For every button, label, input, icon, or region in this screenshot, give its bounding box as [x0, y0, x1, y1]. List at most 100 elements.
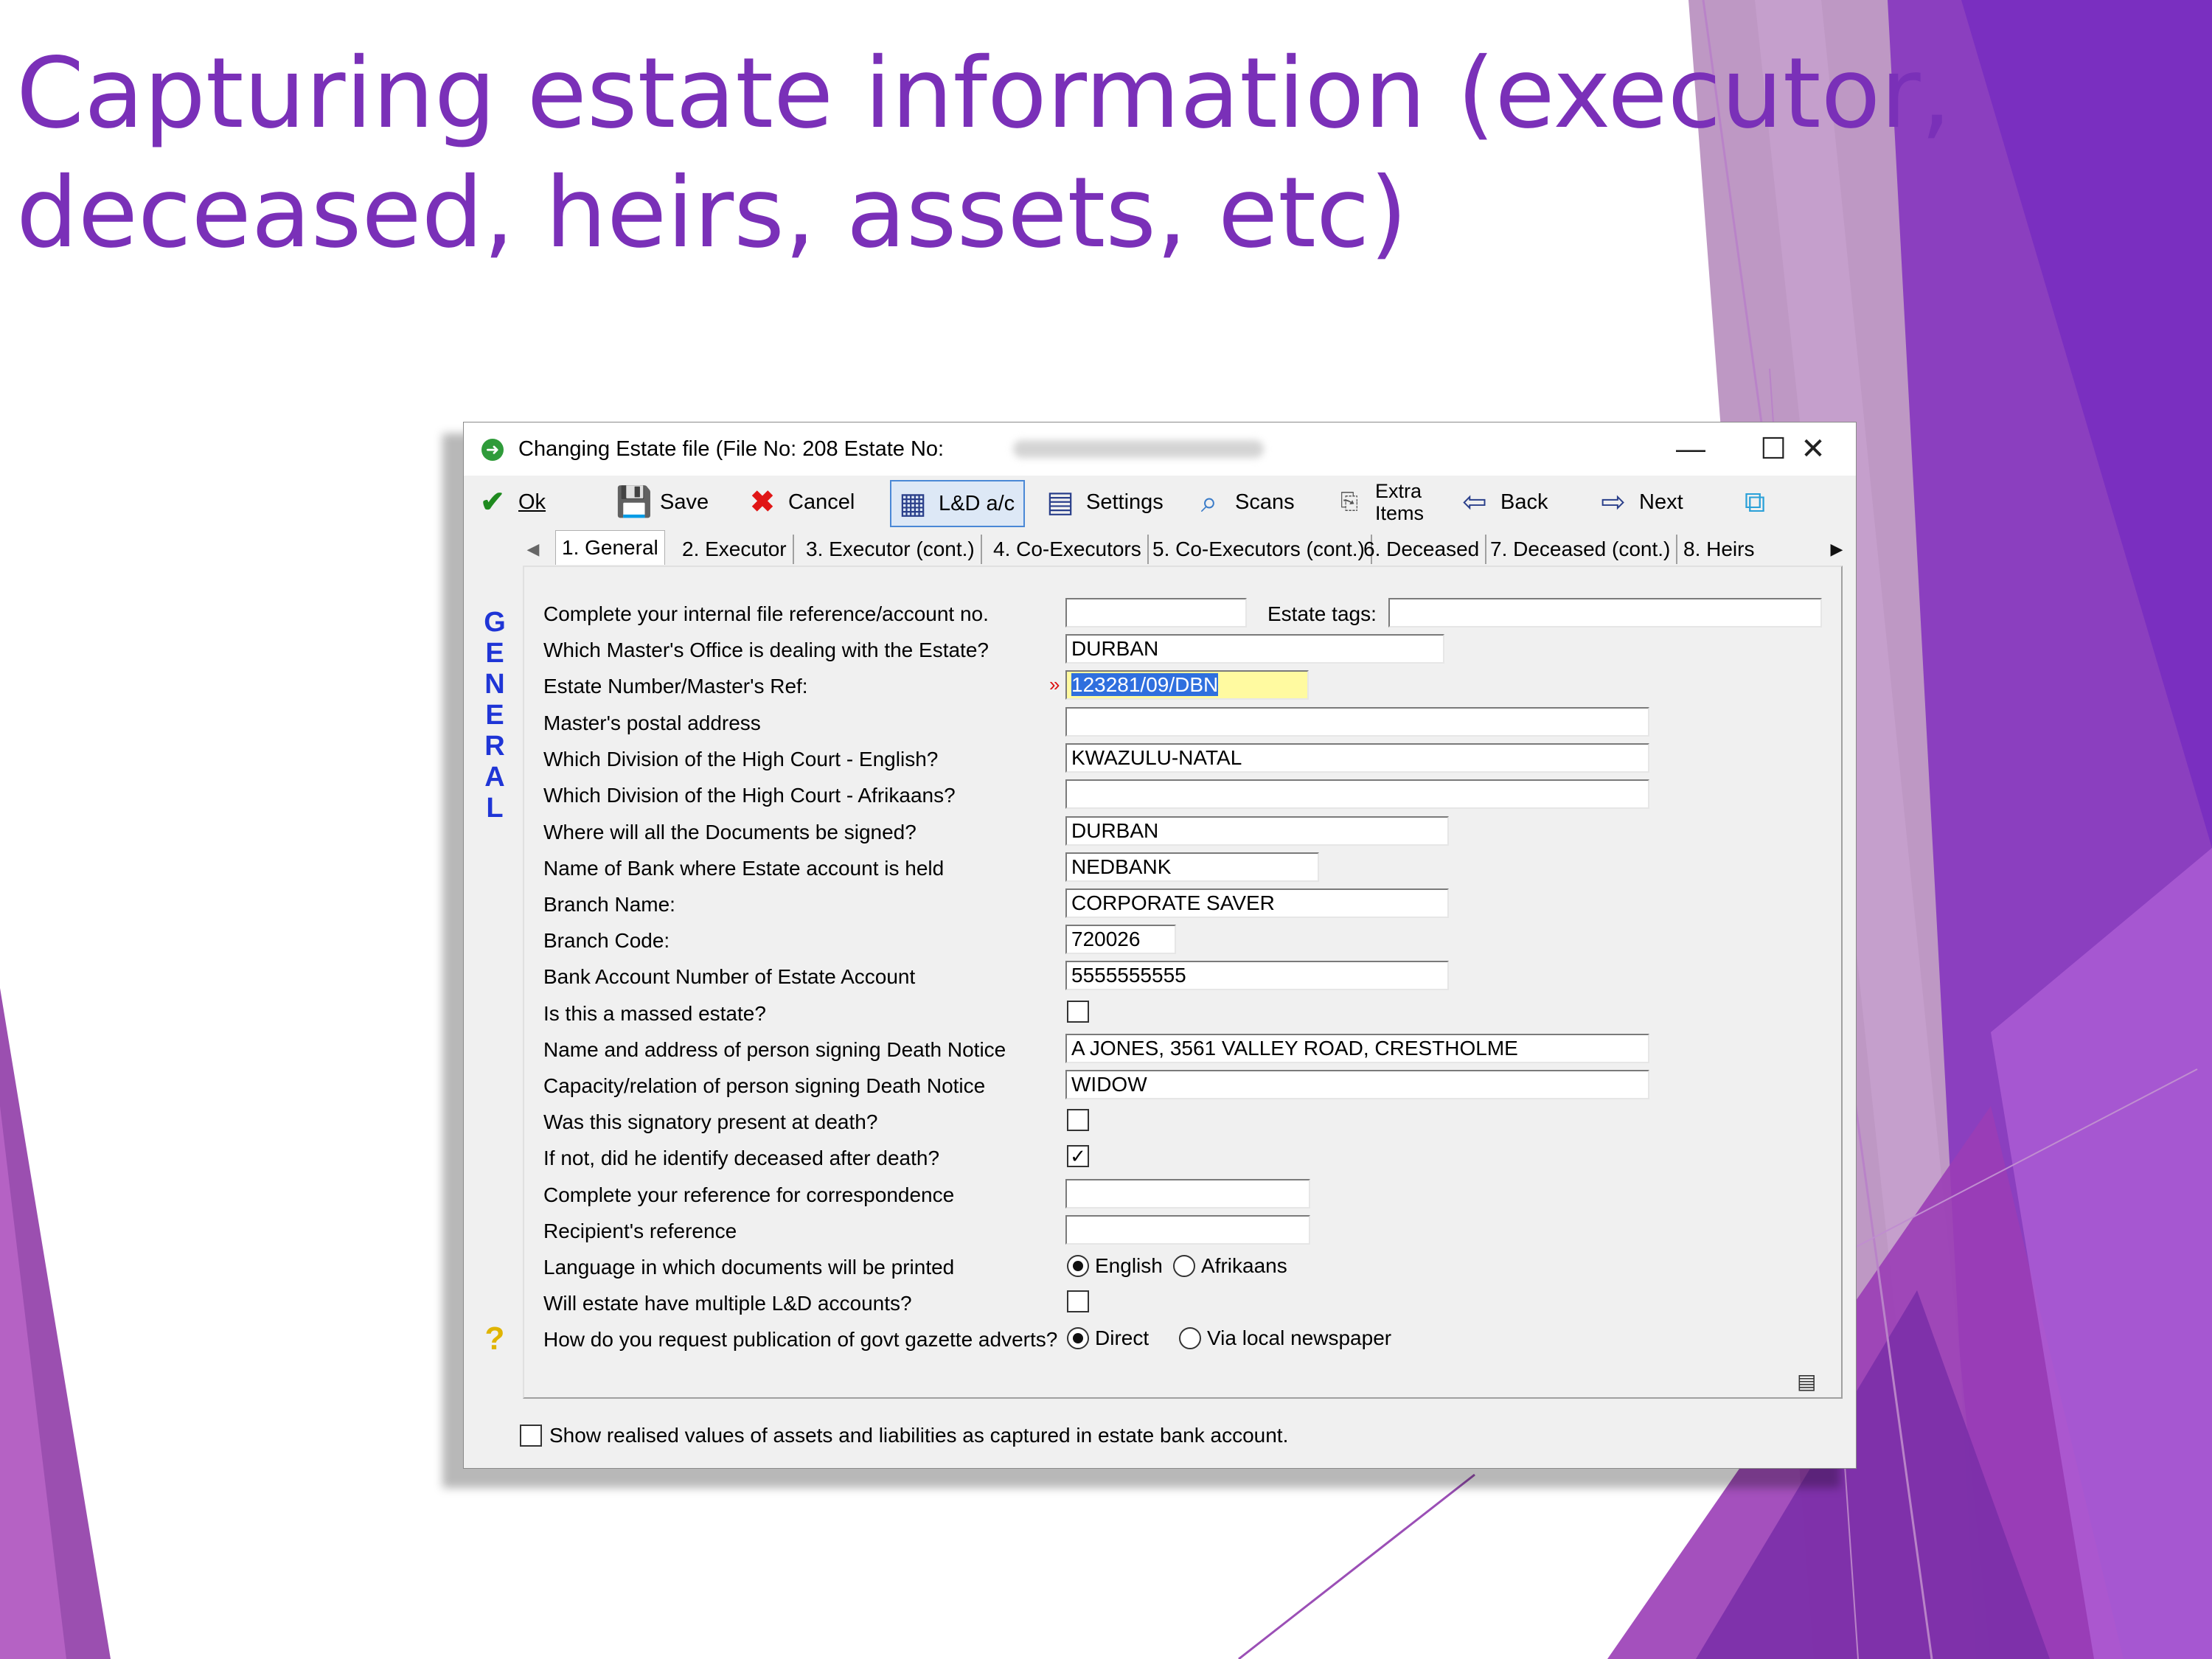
estate-tags-input[interactable] — [1388, 598, 1822, 627]
gazette-label: How do you request publication of govt g… — [543, 1328, 1058, 1351]
tab-general[interactable]: 1. General — [555, 530, 665, 565]
export-button[interactable]: ⧉ — [1736, 480, 1773, 524]
row-present-at-death: Was this signatory present at death? — [464, 1106, 1856, 1138]
signer-capacity-label: Capacity/relation of person signing Deat… — [543, 1074, 986, 1097]
tab-strip: ◀ 1. General 2. Executor 3. Executor (co… — [523, 530, 1850, 566]
identified-checkbox[interactable]: ✓ — [1067, 1145, 1089, 1167]
show-realised-values-checkbox[interactable] — [520, 1425, 542, 1447]
row-multi-ld: Will estate have multiple L&D accounts? — [464, 1287, 1856, 1320]
branch-name-label: Branch Name: — [543, 893, 675, 916]
ld-account-label: L&D a/c — [939, 491, 1015, 515]
row-corr-ref: Complete your reference for corresponden… — [464, 1179, 1856, 1211]
file-ref-input[interactable] — [1065, 598, 1247, 627]
multi-ld-checkbox[interactable] — [1067, 1290, 1089, 1312]
row-signer-capacity: Capacity/relation of person signing Deat… — [464, 1070, 1856, 1102]
branch-name-input[interactable]: CORPORATE SAVER — [1065, 888, 1449, 918]
language-english-radio[interactable]: English — [1067, 1254, 1163, 1278]
gazette-direct-label: Direct — [1095, 1326, 1150, 1349]
present-at-death-label: Was this signatory present at death? — [543, 1110, 878, 1133]
tab-scroll-right-icon[interactable]: ▶ — [1826, 539, 1847, 560]
settings-notepad-icon: ▤ — [1046, 486, 1074, 518]
masters-office-input[interactable]: DURBAN — [1065, 634, 1444, 664]
row-branch-name: Branch Name: CORPORATE SAVER — [464, 888, 1856, 921]
extra-items-label-1: Extra — [1375, 480, 1422, 502]
row-identified: If not, did he identify deceased after d… — [464, 1142, 1856, 1175]
present-at-death-checkbox[interactable] — [1067, 1109, 1089, 1131]
massed-label: Is this a massed estate? — [543, 1002, 766, 1025]
tab-heirs[interactable]: 8. Heirs — [1677, 535, 1760, 564]
estate-number-label: Estate Number/Master's Ref: — [543, 675, 808, 698]
next-label: Next — [1639, 490, 1683, 514]
extra-items-button[interactable]: ⎘ Extra Items — [1331, 480, 1424, 524]
high-court-en-input[interactable]: KWAZULU-NATAL — [1065, 743, 1649, 773]
cancel-label: Cancel — [788, 490, 855, 514]
estate-number-input[interactable]: 123281/09/DBN — [1065, 670, 1309, 700]
back-icon: ⇦ — [1462, 486, 1487, 518]
show-realised-values-option[interactable]: Show realised values of assets and liabi… — [520, 1424, 1288, 1447]
row-gazette: How do you request publication of govt g… — [464, 1324, 1856, 1356]
ok-label: Ok — [518, 490, 546, 514]
tab-executor-cont[interactable]: 3. Executor (cont.) — [800, 535, 982, 564]
signer-name-input[interactable]: A JONES, 3561 VALLEY ROAD, CRESTHOLME — [1065, 1034, 1649, 1063]
redacted-estate-name — [1013, 440, 1264, 458]
branch-code-label: Branch Code: — [543, 929, 670, 952]
account-no-input[interactable]: 5555555555 — [1065, 961, 1449, 990]
back-button[interactable]: ⇦ Back — [1456, 480, 1548, 524]
language-afrikaans-label: Afrikaans — [1201, 1254, 1287, 1277]
radio-unselected-icon — [1173, 1255, 1195, 1277]
tab-executor[interactable]: 2. Executor — [676, 535, 794, 564]
tab-co-executors[interactable]: 4. Co-Executors — [987, 535, 1149, 564]
save-button[interactable]: 💾 Save — [616, 480, 709, 524]
high-court-en-label: Which Division of the High Court - Engli… — [543, 748, 939, 771]
account-no-label: Bank Account Number of Estate Account — [543, 965, 916, 988]
gazette-newspaper-radio[interactable]: Via local newspaper — [1179, 1326, 1391, 1350]
export-icon: ⧉ — [1744, 486, 1766, 518]
multi-ld-label: Will estate have multiple L&D accounts? — [543, 1292, 912, 1315]
tab-scroll-left-icon[interactable]: ◀ — [523, 539, 543, 560]
extra-items-label-2: Items — [1375, 502, 1425, 524]
tab-co-executors-cont[interactable]: 5. Co-Executors (cont.) — [1147, 535, 1372, 564]
bank-name-label: Name of Bank where Estate account is hel… — [543, 857, 945, 880]
extra-items-label: Extra Items — [1375, 480, 1424, 524]
language-afrikaans-radio[interactable]: Afrikaans — [1173, 1254, 1287, 1278]
close-button[interactable]: ✕ — [1776, 422, 1850, 476]
docs-signed-input[interactable]: DURBAN — [1065, 816, 1449, 846]
minimize-button[interactable]: — — [1649, 422, 1732, 476]
identified-label: If not, did he identify deceased after d… — [543, 1147, 940, 1169]
row-massed: Is this a massed estate? — [464, 998, 1856, 1030]
row-high-court-en: Which Division of the High Court - Engli… — [464, 743, 1856, 776]
row-masters-postal: Master's postal address — [464, 707, 1856, 740]
gazette-newspaper-label: Via local newspaper — [1207, 1326, 1392, 1349]
estate-number-value: 123281/09/DBN — [1071, 673, 1219, 696]
gazette-direct-radio[interactable]: Direct — [1067, 1326, 1149, 1350]
red-x-icon: ✖ — [750, 486, 775, 518]
tab-deceased[interactable]: 6. Deceased — [1357, 535, 1487, 564]
branch-code-input[interactable]: 720026 — [1065, 925, 1176, 954]
recipient-ref-label: Recipient's reference — [543, 1220, 737, 1242]
row-bank-name: Name of Bank where Estate account is hel… — [464, 852, 1856, 885]
high-court-af-label: Which Division of the High Court - Afrik… — [543, 784, 956, 807]
save-label: Save — [660, 490, 709, 514]
row-account-no: Bank Account Number of Estate Account 55… — [464, 961, 1856, 993]
signer-capacity-input[interactable]: WIDOW — [1065, 1070, 1649, 1099]
corr-ref-input[interactable] — [1065, 1179, 1310, 1208]
page-layout-icon[interactable]: ▤ — [1797, 1371, 1822, 1393]
massed-checkbox[interactable] — [1067, 1001, 1089, 1023]
ld-account-button[interactable]: ▦ L&D a/c — [890, 480, 1026, 527]
high-court-af-input[interactable] — [1065, 779, 1649, 809]
bank-name-input[interactable]: NEDBANK — [1065, 852, 1319, 882]
row-masters-office: Which Master's Office is dealing with th… — [464, 634, 1856, 667]
scans-label: Scans — [1235, 490, 1295, 514]
next-button[interactable]: ⇨ Next — [1595, 480, 1683, 524]
settings-button[interactable]: ▤ Settings — [1042, 480, 1164, 524]
tab-deceased-cont[interactable]: 7. Deceased (cont.) — [1484, 535, 1678, 564]
scans-button[interactable]: ⌕ Scans — [1191, 480, 1295, 524]
masters-postal-input[interactable] — [1065, 707, 1649, 737]
row-branch-code: Branch Code: 720026 — [464, 925, 1856, 957]
ok-button[interactable]: ✔ Ok — [474, 480, 546, 524]
cancel-button[interactable]: ✖ Cancel — [744, 480, 855, 524]
row-high-court-af: Which Division of the High Court - Afrik… — [464, 779, 1856, 812]
row-docs-signed: Where will all the Documents be signed? … — [464, 816, 1856, 849]
recipient-ref-input[interactable] — [1065, 1215, 1310, 1245]
language-english-label: English — [1095, 1254, 1163, 1277]
